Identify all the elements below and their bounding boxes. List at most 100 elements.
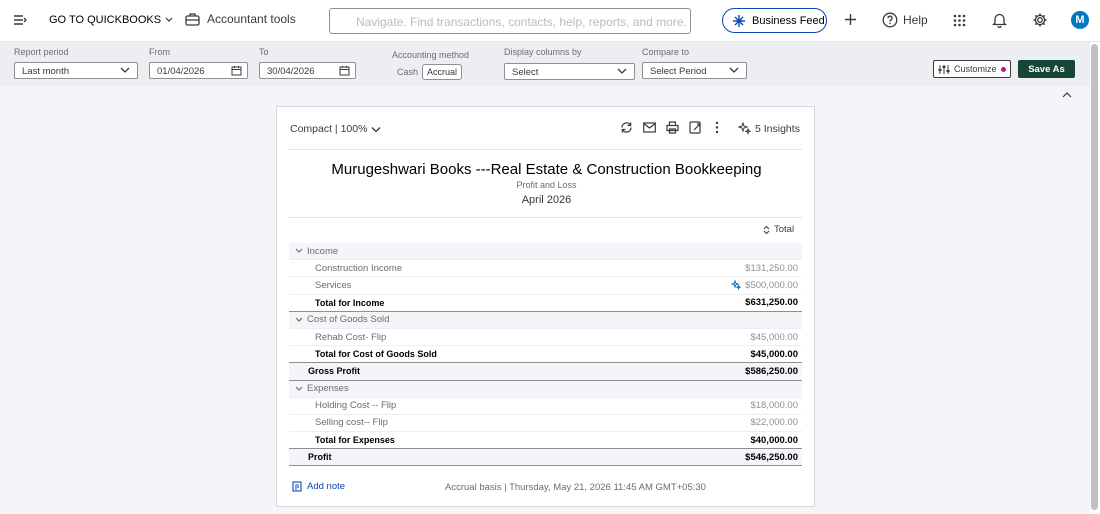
help-icon xyxy=(882,12,898,28)
row-amount[interactable]: $22,000.00 xyxy=(750,417,798,428)
chevron-down-icon[interactable] xyxy=(295,248,303,254)
report-rows: Income Construction Income $131,250.00 Serv… xyxy=(289,243,802,467)
row-label: Cost of Goods Sold xyxy=(295,314,389,325)
account-row[interactable]: Selling cost-- Flip $22,000.00 xyxy=(289,415,802,433)
search-placeholder: Navigate. Find transactions, contacts, h… xyxy=(356,15,687,29)
total-column-label: Total xyxy=(774,224,795,235)
email-icon[interactable] xyxy=(643,122,656,133)
report-period-value: Last month xyxy=(22,66,69,77)
company-name: Murugeshwari Books ---Real Estate & Cons… xyxy=(331,161,762,178)
sparkle-icon[interactable] xyxy=(731,280,742,291)
avatar[interactable]: M xyxy=(1071,11,1089,29)
account-row[interactable]: Services $500,000.00 xyxy=(289,277,802,295)
row-label: Rehab Cost- Flip xyxy=(315,332,386,343)
chevron-down-icon[interactable] xyxy=(295,317,303,323)
row-amount-text: $546,250.00 xyxy=(745,451,798,463)
compare-to-select[interactable]: Select Period xyxy=(642,62,747,79)
report-period-label: Report period xyxy=(14,47,69,57)
scrollbar-thumb[interactable] xyxy=(1091,44,1098,510)
row-amount: $40,000.00 xyxy=(750,435,798,446)
row-amount[interactable]: $18,000.00 xyxy=(750,400,798,411)
to-label: To xyxy=(259,47,269,57)
method-accrual-option[interactable]: Accrual xyxy=(422,63,463,80)
row-label: Services xyxy=(315,280,351,291)
report-panel: Compact | 100% 5 Insights Murugeshwari B… xyxy=(276,106,815,507)
account-row[interactable]: Rehab Cost- Flip $45,000.00 xyxy=(289,329,802,347)
row-label: Construction Income xyxy=(315,263,402,274)
row-label-text: Rehab Cost- Flip xyxy=(315,331,387,343)
report-period: April 2026 xyxy=(521,194,572,206)
go-to-quickbooks-label: GO TO QUICKBOOKS xyxy=(49,14,162,26)
more-options-icon[interactable] xyxy=(715,121,719,134)
report-period-select[interactable]: Last month xyxy=(14,62,138,79)
menu-toggle-icon[interactable] xyxy=(13,14,28,26)
row-label: Total for Income xyxy=(315,298,384,308)
print-icon[interactable] xyxy=(666,121,679,134)
note-icon xyxy=(292,481,302,492)
save-as-button[interactable]: Save As xyxy=(1018,60,1075,78)
section-row[interactable]: Cost of Goods Sold xyxy=(289,311,802,329)
refresh-icon[interactable] xyxy=(620,121,633,134)
to-date-field[interactable]: 30/04/2026 xyxy=(259,62,356,79)
row-label-text: Holding Cost -- Flip xyxy=(315,400,397,412)
row-amount: $546,250.00 xyxy=(745,452,798,463)
top-bar: GO TO QUICKBOOKS Accountant tools Naviga… xyxy=(0,0,1100,42)
business-feed-label: Business Feed xyxy=(752,14,825,27)
section-row[interactable]: Income xyxy=(289,243,802,261)
collapse-filters-button[interactable] xyxy=(1061,86,1077,100)
report-type: Profit and Loss xyxy=(516,180,577,190)
row-amount: $586,250.00 xyxy=(745,366,798,377)
briefcase-icon xyxy=(185,13,200,26)
row-label-text: Construction Income xyxy=(315,262,403,274)
sort-icon xyxy=(763,225,770,234)
row-amount[interactable]: $131,250.00 xyxy=(745,263,798,274)
row-amount-text: $500,000.00 xyxy=(745,279,798,291)
total-column-header[interactable]: Total xyxy=(763,224,794,235)
account-row[interactable]: Construction Income $131,250.00 xyxy=(289,260,802,278)
row-label-text: Total for Cost of Goods Sold xyxy=(315,349,437,360)
row-label: Total for Expenses xyxy=(315,435,395,445)
chevron-down-icon[interactable] xyxy=(295,386,303,392)
row-amount-text: $631,250.00 xyxy=(745,297,798,309)
chevron-down-icon xyxy=(617,68,627,74)
page-scrollbar[interactable] xyxy=(1090,42,1100,514)
display-columns-label: Display columns by xyxy=(504,47,582,57)
customize-button[interactable]: Customize xyxy=(933,60,1011,78)
row-amount-text: $131,250.00 xyxy=(745,262,798,274)
section-row[interactable]: Expenses xyxy=(289,380,802,398)
accountant-tools-button[interactable]: Accountant tools xyxy=(185,12,296,26)
row-label: Expenses xyxy=(295,383,349,394)
row-label: Holding Cost -- Flip xyxy=(315,400,396,411)
add-note-button[interactable]: Add note xyxy=(292,481,345,492)
go-to-quickbooks-button[interactable]: GO TO QUICKBOOKS xyxy=(49,14,173,26)
summary-row: Profit $546,250.00 xyxy=(289,449,802,467)
insights-label: 5 Insights xyxy=(755,122,800,135)
row-amount: $45,000.00 xyxy=(750,349,798,360)
view-density-label: Compact | 100% xyxy=(290,123,368,135)
display-columns-select[interactable]: Select xyxy=(504,63,635,80)
calendar-icon[interactable] xyxy=(339,65,350,76)
help-button[interactable]: Help xyxy=(882,12,928,28)
row-amount-text: $22,000.00 xyxy=(750,417,798,429)
accounting-method-label: Accounting method xyxy=(392,50,470,60)
insights-button[interactable]: 5 Insights xyxy=(738,122,800,135)
row-amount: $631,250.00 xyxy=(745,297,798,308)
bell-icon[interactable] xyxy=(992,12,1007,28)
from-date-field[interactable]: 01/04/2026 xyxy=(149,62,248,79)
search-input[interactable]: Navigate. Find transactions, contacts, h… xyxy=(329,8,691,34)
row-label-text: Cost of Goods Sold xyxy=(307,314,390,326)
view-density-select[interactable]: Compact | 100% xyxy=(290,123,381,135)
business-feed-button[interactable]: Business Feed xyxy=(722,8,827,33)
apps-grid-icon[interactable] xyxy=(953,14,966,27)
calendar-icon[interactable] xyxy=(231,65,242,76)
export-icon[interactable] xyxy=(689,121,702,134)
account-row[interactable]: Holding Cost -- Flip $18,000.00 xyxy=(289,398,802,415)
plus-icon[interactable] xyxy=(844,13,857,26)
row-amount[interactable]: $500,000.00 xyxy=(731,280,798,291)
method-cash-option[interactable]: Cash xyxy=(393,65,422,79)
row-amount-text: $40,000.00 xyxy=(750,434,798,446)
row-label-text: Total for Expenses xyxy=(315,435,395,446)
gear-icon[interactable] xyxy=(1032,12,1048,28)
row-amount[interactable]: $45,000.00 xyxy=(750,332,798,343)
row-label-text: Gross Profit xyxy=(308,366,361,377)
